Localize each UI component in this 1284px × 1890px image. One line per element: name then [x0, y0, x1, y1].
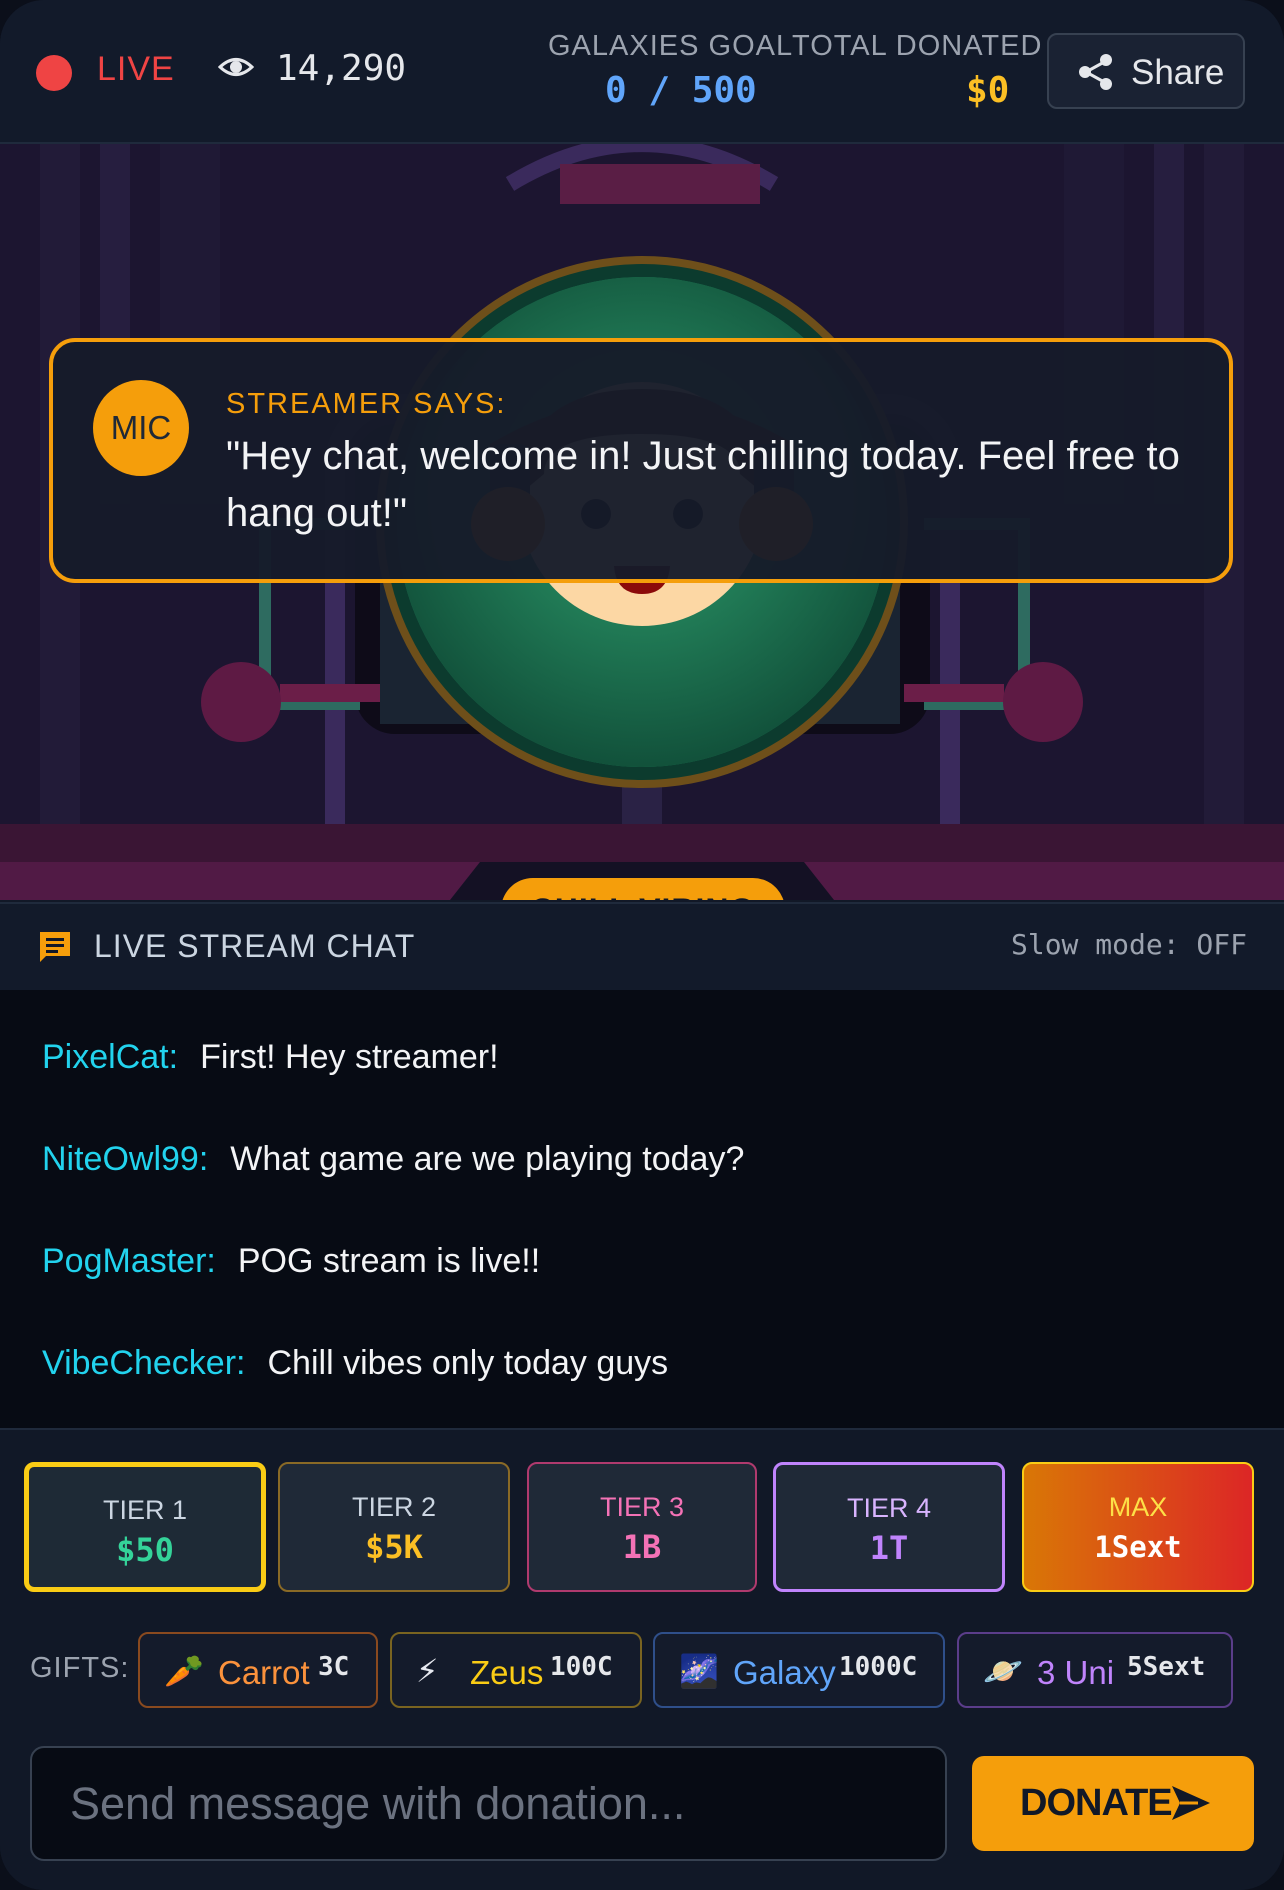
- send-icon: [1172, 1786, 1210, 1820]
- galaxies-goal-value: 0 / 500: [605, 70, 757, 111]
- tier-label: TIER 3: [599, 1492, 685, 1522]
- gift-zeus-button[interactable]: ⚡ Zeus 100C: [390, 1632, 642, 1708]
- share-icon: [1079, 54, 1112, 90]
- chat-message: PogMaster: POG stream is live!!: [42, 1242, 540, 1281]
- chat-message-list[interactable]: PixelCat: First! Hey streamer! NiteOwl99:…: [0, 990, 1284, 1428]
- chat-message-text: First! Hey streamer!: [200, 1038, 499, 1076]
- planet-icon: 🪐: [983, 1653, 1023, 1689]
- donate-button[interactable]: DONATE: [972, 1756, 1254, 1851]
- gift-cost: 5Sext: [1127, 1652, 1206, 1682]
- tier-2-button[interactable]: TIER 2 $5K: [278, 1462, 510, 1592]
- chat-message: PixelCat: First! Hey streamer!: [42, 1038, 499, 1077]
- top-bar: LIVE 14,290 GALAXIES GOAL 0 / 500 TOTAL …: [0, 0, 1284, 144]
- tier-label: TIER 2: [351, 1492, 437, 1522]
- tier-value: $5K: [365, 1528, 423, 1566]
- tier-1-button[interactable]: TIER 1 $50: [24, 1462, 266, 1592]
- chat-message-text: Chill vibes only today guys: [267, 1344, 669, 1382]
- live-indicator-dot: [36, 55, 72, 91]
- tier-label: TIER 4: [846, 1493, 932, 1523]
- gift-name: Carrot: [218, 1654, 310, 1691]
- donate-label: DONATE: [1020, 1782, 1173, 1824]
- gift-carrot-button[interactable]: 🥕 Carrot 3C: [138, 1632, 378, 1708]
- gifts-label: GIFTS:: [30, 1652, 130, 1684]
- chat-bubble-icon: [40, 932, 70, 962]
- gift-name: Zeus: [470, 1654, 544, 1691]
- total-donated-value: $0: [966, 70, 1010, 111]
- stream-stage: MIC STREAMER SAYS: "Hey chat, welcome in…: [0, 144, 1284, 900]
- streamer-speech-bubble: MIC STREAMER SAYS: "Hey chat, welcome in…: [49, 338, 1233, 583]
- tier-max-button[interactable]: MAX 1Sext: [1022, 1462, 1254, 1592]
- eye-icon: [218, 58, 254, 76]
- chat-username[interactable]: NiteOwl99:: [42, 1140, 208, 1178]
- chat-message: NiteOwl99: What game are we playing today…: [42, 1140, 744, 1179]
- chat-message-text: POG stream is live!!: [237, 1242, 541, 1280]
- share-button[interactable]: Share: [1047, 33, 1245, 109]
- viewer-count: 14,290: [276, 48, 407, 89]
- stream-app: LIVE 14,290 GALAXIES GOAL 0 / 500 TOTAL …: [0, 0, 1284, 1890]
- tier-label: TIER 1: [102, 1495, 188, 1525]
- gift-name: 3 Uni: [1037, 1654, 1115, 1691]
- speech-label: STREAMER SAYS:: [226, 388, 507, 420]
- speech-text: "Hey chat, welcome in! Just chilling tod…: [226, 434, 1180, 535]
- lightning-icon: ⚡: [416, 1653, 439, 1689]
- chat-message-text: What game are we playing today?: [230, 1140, 745, 1178]
- gift-name: Galaxy: [733, 1654, 836, 1691]
- galaxy-icon: 🌌: [679, 1653, 719, 1689]
- mic-badge: MIC: [93, 380, 189, 476]
- donation-message-input[interactable]: [30, 1746, 947, 1861]
- gift-3-uni-button[interactable]: 🪐 3 Uni 5Sext: [957, 1632, 1233, 1708]
- slow-mode-status: Slow mode: OFF: [1010, 928, 1247, 961]
- share-label: Share: [1131, 53, 1225, 92]
- chat-username[interactable]: VibeChecker:: [42, 1344, 246, 1382]
- tier-value: $50: [116, 1531, 174, 1569]
- chat-message: VibeChecker: Chill vibes only today guys: [42, 1344, 668, 1383]
- chat-header: LIVE STREAM CHAT Slow mode: OFF: [0, 902, 1284, 992]
- tier-4-button[interactable]: TIER 4 1T: [773, 1462, 1005, 1592]
- mood-badge: CHILL VIBING: [501, 878, 785, 900]
- chat-username[interactable]: PogMaster:: [42, 1242, 216, 1280]
- tier-value: 1T: [869, 1529, 909, 1567]
- live-label: LIVE: [97, 50, 175, 88]
- gift-galaxy-button[interactable]: 🌌 Galaxy 1000C: [653, 1632, 945, 1708]
- total-donated-label: TOTAL DONATED: [792, 30, 1043, 62]
- carrot-icon: 🥕: [164, 1653, 204, 1689]
- tier-label: MAX: [1108, 1492, 1168, 1522]
- gift-cost: 100C: [550, 1652, 613, 1682]
- tier-3-button[interactable]: TIER 3 1B: [527, 1462, 757, 1592]
- chat-title: LIVE STREAM CHAT: [94, 928, 416, 964]
- gift-cost: 3C: [318, 1652, 350, 1682]
- gift-cost: 1000C: [839, 1652, 918, 1682]
- tier-value: 1B: [622, 1528, 662, 1566]
- donation-panel: TIER 1 $50 TIER 2 $5K TIER 3 1B TIER 4 1…: [0, 1428, 1284, 1890]
- galaxies-goal-label: GALAXIES GOAL: [548, 30, 794, 62]
- tier-value: 1Sext: [1094, 1530, 1182, 1564]
- chat-username[interactable]: PixelCat:: [42, 1038, 178, 1076]
